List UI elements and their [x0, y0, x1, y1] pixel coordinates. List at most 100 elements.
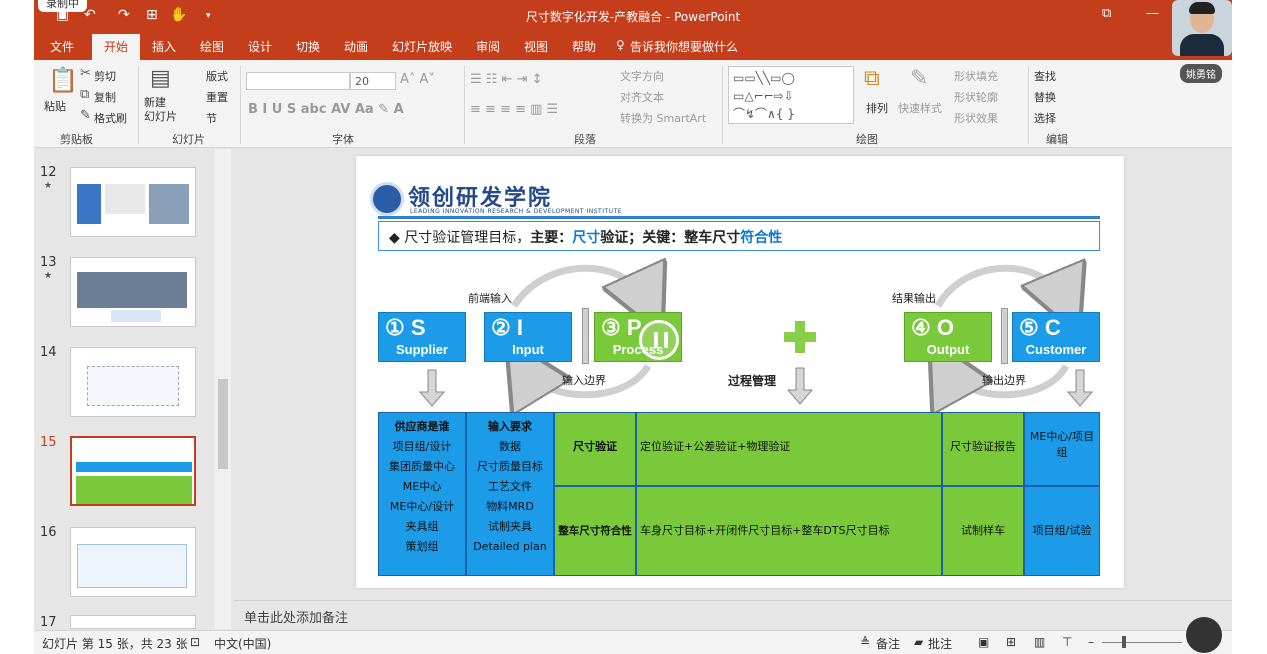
font-format-icons[interactable]: B I U S abc AV Aa ✎ A [248, 102, 404, 117]
shape-fill-button[interactable]: 形状填充 [954, 68, 998, 84]
tab-transitions[interactable]: 切换 [296, 38, 320, 55]
customer-cell-1: ME中心/项目组 [1024, 412, 1100, 486]
slide-thumbnail-13[interactable] [70, 257, 196, 327]
output-boundary-label: 输出边界 [982, 374, 1026, 387]
format-painter-button[interactable]: 格式刷 [94, 110, 127, 126]
align-icons[interactable]: ≡ ≡ ≡ ≡ ▥ ☰ [470, 102, 558, 117]
thumb-number: 16 [40, 525, 57, 540]
thumbnail-scrollbar[interactable] [215, 149, 231, 629]
notes-icon: ≜ [860, 635, 871, 649]
slide-thumbnail-16[interactable] [70, 527, 196, 597]
result-output-label: 结果输出 [892, 292, 936, 305]
tab-draw[interactable]: 绘图 [200, 38, 224, 55]
select-button[interactable]: 选择 [1034, 110, 1056, 126]
font-size-field[interactable]: 20 [350, 72, 396, 90]
animation-star-icon: ★ [44, 181, 53, 191]
comments-icon: ▰ [914, 635, 924, 649]
input-column: 输入要求 数据 尺寸质量目标 工艺文件 物料MRD 试制夹具 Detailed … [466, 412, 554, 576]
tab-design[interactable]: 设计 [248, 38, 272, 55]
minimize-icon[interactable]: — [1146, 6, 1159, 21]
slide-thumbnail-17[interactable] [70, 615, 196, 629]
comments-button[interactable]: 批注 [928, 635, 952, 652]
normal-view-icon[interactable]: ▣ [978, 635, 989, 649]
notes-placeholder[interactable]: 单击此处添加备注 [244, 607, 348, 626]
spellcheck-icon[interactable]: ⊡ [190, 635, 200, 649]
copy-button[interactable]: 复制 [94, 89, 116, 105]
zoom-out-icon[interactable]: – [1088, 635, 1094, 649]
process-management-label: 过程管理 [728, 374, 777, 388]
customer-box: ⑤ C Customer [1012, 312, 1100, 362]
new-slide-icon[interactable]: ▤ [150, 66, 171, 91]
tab-insert[interactable]: 插入 [152, 38, 176, 55]
notes-pane[interactable]: 单击此处添加备注 [234, 600, 1232, 630]
reading-view-icon[interactable]: ▥ [1034, 635, 1045, 649]
supplier-box: ① S Supplier [378, 312, 466, 362]
tab-review[interactable]: 审阅 [476, 38, 500, 55]
tab-view[interactable]: 视图 [524, 38, 548, 55]
input-boundary-bar [582, 308, 589, 364]
group-label-paragraph: 段落 [574, 133, 596, 146]
thumb-number: 14 [40, 345, 57, 360]
presenter-name: 姚勇铭 [1180, 64, 1222, 83]
align-text-button[interactable]: 对齐文本 [620, 89, 664, 105]
window-title: 尺寸数字化开发-产教融合 - PowerPoint [525, 10, 741, 24]
notes-button[interactable]: 备注 [876, 635, 900, 652]
replace-button[interactable]: 替换 [1034, 89, 1056, 105]
group-label-font: 字体 [332, 133, 354, 146]
microphone-icon[interactable] [1186, 617, 1222, 653]
output-cell-2: 试制样车 [942, 486, 1024, 576]
front-input-label: 前端输入 [468, 292, 512, 305]
paste-button[interactable]: 粘贴 [44, 98, 66, 114]
input-boundary-label: 输入边界 [562, 374, 606, 387]
shape-outline-button[interactable]: 形状轮廓 [954, 89, 998, 105]
slide-thumbnail-panel: 12 ★ 13 ★ 14 15 16 17 [34, 149, 234, 630]
group-label-slides: 幻灯片 [172, 133, 205, 146]
layout-button[interactable]: 版式 [206, 68, 228, 84]
tab-help[interactable]: 帮助 [572, 38, 596, 55]
arrange-button[interactable]: 排列 [866, 100, 888, 116]
section-button[interactable]: 节 [206, 110, 217, 126]
tab-slideshow[interactable]: 幻灯片放映 [392, 38, 452, 55]
process-cell-2: 整车尺寸符合性 [554, 486, 636, 576]
thumb-number: 15 [40, 435, 57, 450]
list-icons[interactable]: ☰ ☷ ⇤ ⇥ ↕ [470, 72, 543, 87]
smartart-button[interactable]: 转换为 SmartArt [620, 110, 706, 126]
group-label-drawing: 绘图 [856, 133, 878, 146]
cut-icon: ✂ [80, 66, 91, 81]
format-painter-icon: ✎ [80, 108, 91, 123]
slide-canvas[interactable]: 领创研发学院 LEADING INNOVATION RESEARCH & DEV… [356, 156, 1124, 588]
slide-thumbnail-14[interactable] [70, 347, 196, 417]
ribbon-display-icon[interactable]: ⧉ [1102, 6, 1111, 21]
output-cell-1: 尺寸验证报告 [942, 412, 1024, 486]
font-grow-shrink-icon[interactable]: A˄ A˅ [400, 72, 435, 87]
new-slide-button[interactable]: 新建 幻灯片 [144, 96, 177, 124]
reset-button[interactable]: 重置 [206, 89, 228, 105]
paste-icon[interactable]: 📋 [48, 66, 78, 94]
arrange-icon[interactable]: ⧉ [864, 66, 880, 91]
zoom-slider-thumb[interactable] [1122, 636, 1126, 648]
presenter-webcam [1172, 0, 1232, 56]
slide-sorter-icon[interactable]: ⊞ [1006, 635, 1016, 649]
zoom-slider[interactable] [1102, 642, 1182, 643]
tell-me-search[interactable]: 告诉我你想要做什么 [630, 38, 738, 55]
pause-icon[interactable] [639, 320, 679, 360]
ribbon-tabs: 文件 开始 插入 绘图 设计 切换 动画 幻灯片放映 审阅 视图 帮助 ♀ 告诉… [34, 32, 1232, 60]
tab-animations[interactable]: 动画 [344, 38, 368, 55]
thumb-number: 12 [40, 165, 57, 180]
slideshow-icon[interactable]: ⊤ [1062, 635, 1072, 649]
shapes-gallery[interactable]: ▭▭╲╲▭◯ ▭△⌐⌐⇨⇩ ⌒↯⌒∧{ } [728, 66, 854, 124]
shape-effects-button[interactable]: 形状效果 [954, 110, 998, 126]
cut-button[interactable]: 剪切 [94, 68, 116, 84]
text-direction-button[interactable]: 文字方向 [620, 68, 664, 84]
quick-styles-button[interactable]: 快速样式 [898, 100, 942, 116]
language-indicator[interactable]: 中文(中国) [214, 635, 271, 652]
slide-thumbnail-12[interactable] [70, 167, 196, 237]
tab-file[interactable]: 文件 [50, 38, 74, 55]
font-name-field[interactable] [246, 72, 350, 90]
slide-thumbnail-15[interactable] [70, 436, 196, 506]
process-detail-cell-2: 车身尺寸目标+开闭件尺寸目标+整车DTS尺寸目标 [636, 486, 942, 576]
quick-styles-icon[interactable]: ✎ [910, 66, 928, 91]
find-button[interactable]: 查找 [1034, 68, 1056, 84]
tab-home[interactable]: 开始 [92, 34, 141, 60]
thumb-number: 13 [40, 255, 57, 270]
